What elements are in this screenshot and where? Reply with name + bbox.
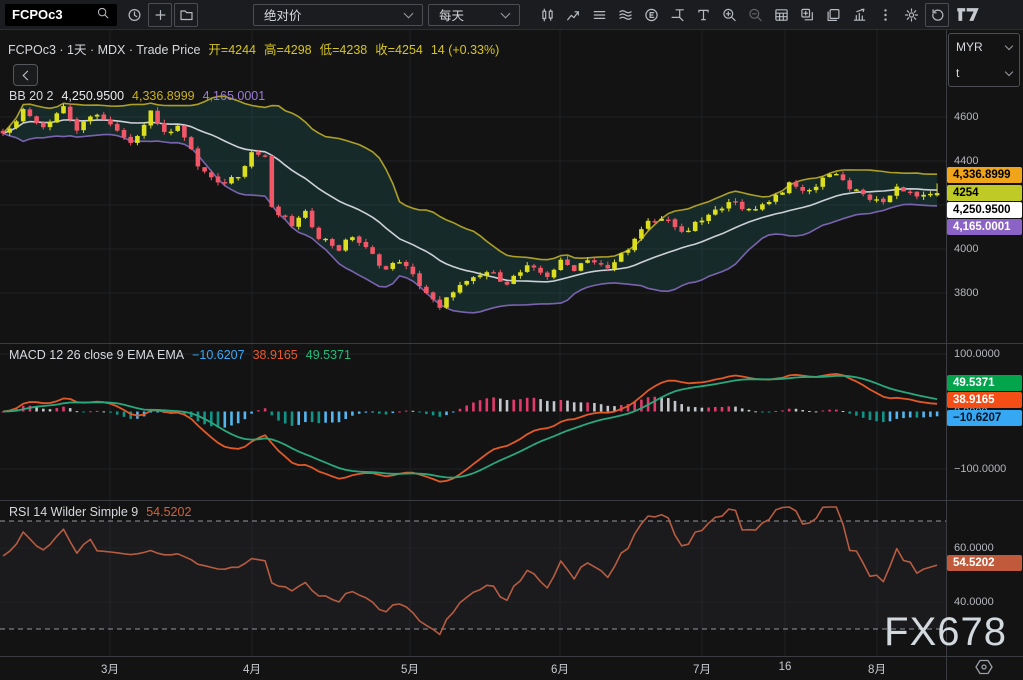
macd-legend[interactable]: MACD 12 26 close 9 EMA EMA −10.6207 38.916… [9,348,351,362]
search-icon [96,6,110,23]
price-mode-dropdown[interactable]: 绝对价 [253,4,423,26]
chevron-down-icon [501,8,511,18]
price-label: 54.5202 [947,555,1022,571]
legend-value: −10.6207 [192,348,244,362]
export-chart-icon[interactable] [847,3,871,27]
macd-canvas[interactable] [0,344,946,500]
compare-layers-icon[interactable] [587,3,611,27]
chevron-left-icon [22,70,32,80]
bollinger-legend[interactable]: BB 20 2 4,250.9500 4,336.8999 4,165.0001 [9,89,265,103]
rsi-legend[interactable]: RSI 14 Wilder Simple 9 54.5202 [9,505,191,519]
currency-dropdown[interactable]: MYR [949,34,1019,60]
main-chart-pane[interactable] [0,30,946,343]
axis-tick: 4600 [954,111,978,123]
candlestick-style-icon[interactable] [535,3,559,27]
ohlc-value: 高=4298 [264,43,312,57]
overlay-waves-icon[interactable] [613,3,637,27]
price-label: 38.9165 [947,392,1022,408]
symbol-search[interactable]: FCPOc3 [5,4,117,26]
text-tool-icon[interactable] [691,3,715,27]
clock-icon[interactable] [122,3,146,27]
price-axis[interactable]: MYR t 4600440040003800100.00000.0000−100… [947,30,1023,656]
zoom-out-icon[interactable] [743,3,767,27]
interval-label: 每天 [439,5,464,24]
price-label: 4,250.9500 [947,202,1022,218]
legend-value: 38.9165 [253,348,298,362]
top-toolbar: FCPOc3 绝对价 每天 [0,0,1023,30]
fx678-watermark: FX678 [884,610,1007,655]
time-axis[interactable]: 3月 4月 5月 6月 7月 16 8月 [0,657,1023,680]
bb-label: BB 20 2 [9,89,53,103]
zoom-in-icon[interactable] [717,3,741,27]
rsi-pane[interactable] [0,501,946,656]
unit-dropdown[interactable]: t [949,60,1019,86]
price-label: 49.5371 [947,375,1022,391]
add-compare-icon[interactable] [148,3,172,27]
price-label: 4,336.8999 [947,167,1022,183]
axis-tick: 3800 [954,287,978,299]
rsi-label: RSI 14 Wilder Simple 9 [9,505,138,519]
chevron-down-icon [1005,41,1013,49]
axis-tick: 4000 [954,243,978,255]
time-axis-label: 8月 [868,661,886,677]
time-axis-label: 3月 [101,661,119,677]
legend-value: 4,336.8999 [132,89,195,103]
main-legend: FCPOc3 · 1天 · MDX · Trade Price 开=4244 高=4… [8,39,499,58]
unit-selector: MYR t [948,33,1020,87]
add-layout-icon[interactable] [795,3,819,27]
time-axis-label: 7月 [693,661,711,677]
indicators-icon[interactable] [561,3,585,27]
symbol-text: FCPOc3 [12,7,63,22]
undo-icon[interactable] [925,3,949,27]
axis-tick: 4400 [954,155,978,167]
legend-value: 4,250.9500 [61,89,124,103]
ohlc-value: 收=4254 [375,43,423,57]
tradingview-logo[interactable] [956,7,980,22]
unit-label: t [956,66,959,80]
ohlc-value: 14 (+0.33%) [431,43,499,57]
popup-window-icon[interactable] [821,3,845,27]
pane-separator[interactable] [0,500,1023,501]
legend-value: 4,165.0001 [203,89,266,103]
more-options-icon[interactable] [873,3,897,27]
settings-icon[interactable] [899,3,923,27]
events-icon[interactable] [639,3,663,27]
price-label: 4,165.0001 [947,219,1022,235]
price-mode-label: 绝对价 [264,5,302,24]
main-chart-canvas[interactable] [0,30,946,343]
legend-title: FCPOc3 · 1天 · MDX · Trade Price [8,43,200,57]
time-axis-label: 16 [779,661,792,673]
price-label: −10.6207 [947,410,1022,426]
axis-tick: 40.0000 [954,596,994,608]
time-axis-label: 6月 [551,661,569,677]
collapse-pane-button[interactable] [13,64,38,86]
macd-label: MACD 12 26 close 9 EMA EMA [9,348,184,362]
measure-icon[interactable] [665,3,689,27]
table-view-icon[interactable] [769,3,793,27]
axis-tick: 60.0000 [954,542,994,554]
axis-settings-icon[interactable] [973,658,995,680]
legend-value: 54.5202 [146,505,191,519]
open-layout-icon[interactable] [174,3,198,27]
chevron-down-icon [404,8,414,18]
ohlc-value: 低=4238 [320,43,368,57]
macd-pane[interactable] [0,344,946,500]
rsi-canvas[interactable] [0,501,946,656]
toolbar-tools [534,3,950,27]
time-axis-label: 4月 [243,661,261,677]
price-label: 4254 [947,185,1022,201]
chart-app: FCPOc3 绝对价 每天 FCPOc [0,0,1023,680]
ohlc-value: 开=4244 [208,43,256,57]
pane-separator[interactable] [0,343,1023,344]
axis-tick: −100.0000 [954,463,1006,475]
chevron-down-icon [1005,67,1013,75]
legend-value: 49.5371 [306,348,351,362]
time-axis-label: 5月 [401,661,419,677]
currency-label: MYR [956,40,983,54]
interval-dropdown[interactable]: 每天 [428,4,520,26]
axis-tick: 100.0000 [954,348,1000,360]
